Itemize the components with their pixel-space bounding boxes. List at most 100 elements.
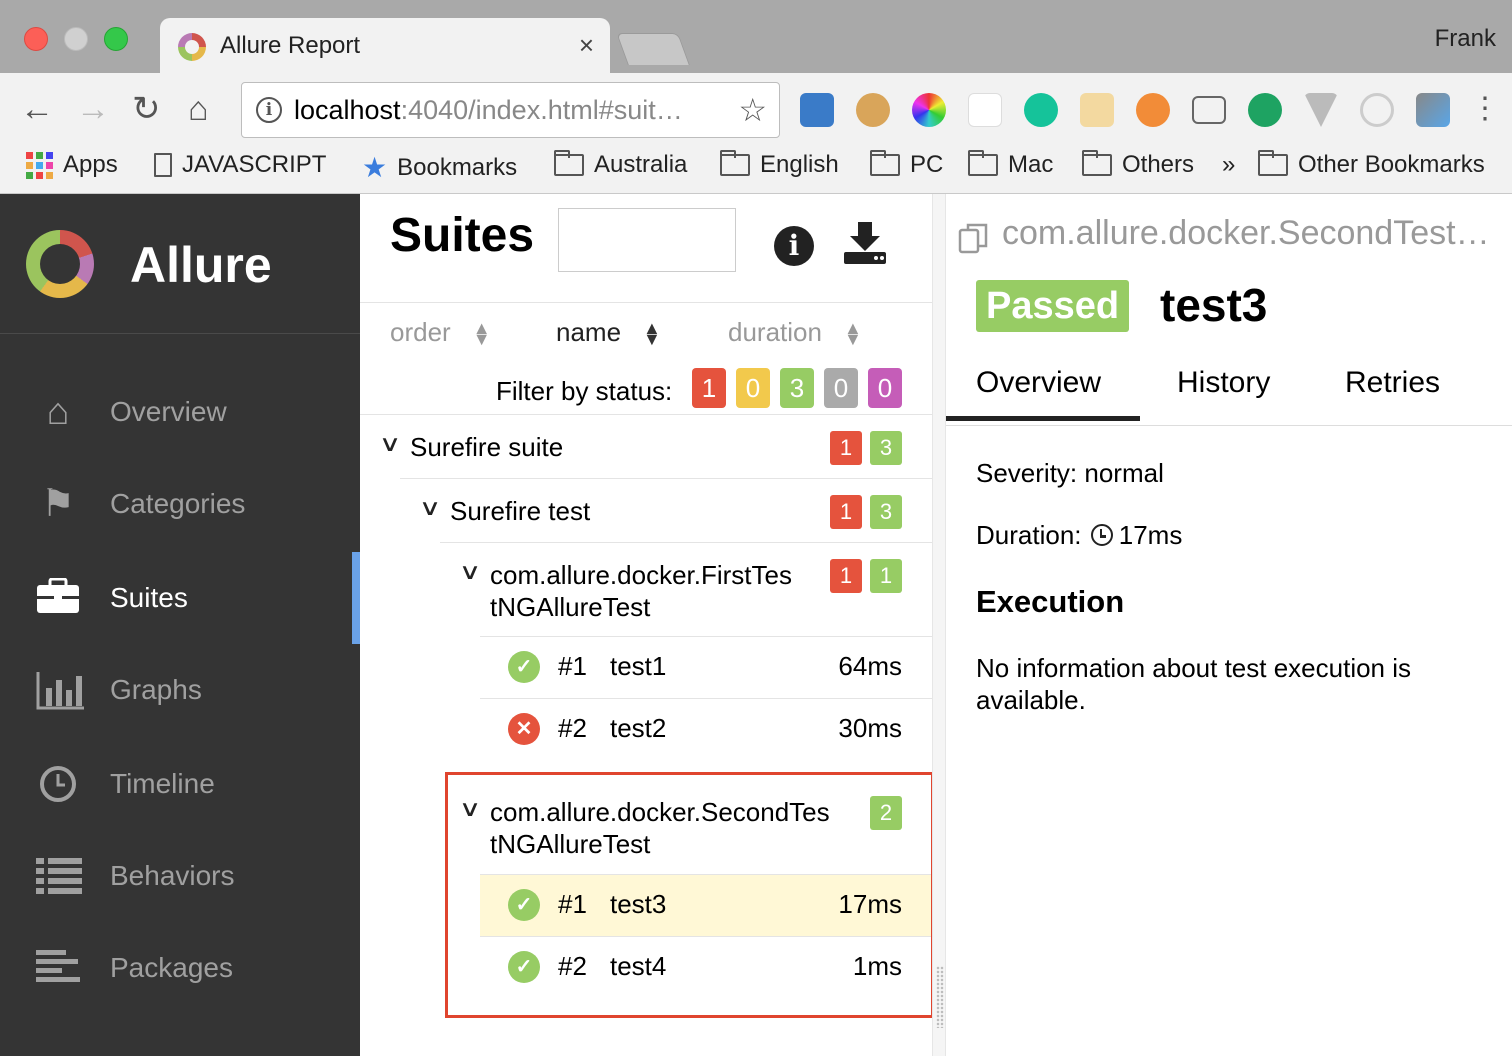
bookmark-mac[interactable]: Mac — [968, 150, 1053, 179]
test-case-row[interactable]: ✓ #2 test4 1ms — [480, 936, 932, 998]
tab-overview[interactable]: Overview — [976, 366, 1101, 400]
tab-history[interactable]: History — [1177, 366, 1270, 400]
execution-heading: Execution — [976, 584, 1125, 619]
tree-node-class[interactable]: ∨ com.allure.docker.SecondTes tNGAllureTe… — [440, 780, 932, 874]
extension-grammarly-icon[interactable] — [1024, 93, 1058, 127]
duration-label: Duration: — [976, 520, 1082, 550]
pane-splitter[interactable] — [932, 194, 946, 1056]
url-text[interactable]: localhost:4040/index.html#suit… — [294, 95, 683, 126]
info-icon[interactable]: i — [774, 226, 814, 266]
allure-sidebar: Allure ⌂ Overview ⚑ Categories Suites Gr… — [0, 194, 360, 1056]
filter-skipped-badge[interactable]: 0 — [824, 368, 858, 408]
sidebar-item-timeline[interactable]: Timeline — [0, 738, 360, 830]
chevron-down-icon: ∨ — [418, 495, 442, 520]
sidebar-item-label: Categories — [110, 488, 246, 519]
tree-node-suite[interactable]: ∨ Surefire suite 1 3 — [360, 414, 932, 478]
class-name: com.allure.docker.FirstTes tNGAllureTest — [490, 559, 792, 623]
profile-name[interactable]: Frank — [1435, 25, 1496, 53]
test-name: test1 — [610, 651, 667, 681]
test-group-name: Surefire test — [450, 496, 591, 526]
home-icon: ⌂ — [46, 391, 70, 433]
briefcase-icon — [36, 577, 80, 618]
bookmark-english[interactable]: English — [720, 150, 839, 179]
test-case-row[interactable]: ✓ #1 test1 64ms — [480, 636, 932, 698]
new-tab-button[interactable] — [616, 33, 690, 65]
download-icon[interactable] — [842, 220, 888, 266]
extension-chat-icon[interactable] — [1248, 93, 1282, 127]
sort-label: name — [556, 317, 622, 347]
tree-node-class[interactable]: ∨ com.allure.docker.FirstTes tNGAllureTes… — [440, 542, 932, 636]
test-duration: 64ms — [838, 651, 902, 681]
sidebar-item-suites[interactable]: Suites — [0, 552, 360, 644]
tab-close-icon[interactable]: × — [579, 30, 594, 61]
extension-ruler-icon[interactable] — [1080, 93, 1114, 127]
sidebar-item-overview[interactable]: ⌂ Overview — [0, 366, 360, 458]
bookmark-pc[interactable]: PC — [870, 150, 943, 179]
test-case-row-selected[interactable]: ✓ #1 test3 17ms — [480, 874, 932, 936]
browser-tab[interactable]: Allure Report × — [160, 18, 610, 74]
maximize-window-button[interactable] — [104, 27, 128, 51]
extension-colorwheel-icon[interactable] — [912, 93, 946, 127]
cast-icon[interactable] — [1192, 96, 1226, 124]
back-arrow-icon[interactable]: ← — [20, 89, 54, 129]
resize-grip-icon[interactable] — [936, 966, 944, 1028]
tree-node-test[interactable]: ∨ Surefire test 1 3 — [400, 478, 932, 542]
allure-logo-icon — [26, 230, 94, 298]
extension-wr-icon[interactable] — [968, 93, 1002, 127]
site-info-icon[interactable]: i — [256, 97, 282, 123]
bookmark-label: Others — [1122, 151, 1195, 178]
filter-unknown-badge[interactable]: 0 — [868, 368, 902, 408]
star-icon: ★ — [362, 152, 388, 183]
copy-icon[interactable] — [958, 222, 990, 254]
extension-circle-icon[interactable] — [1360, 93, 1394, 127]
page-title: Suites — [390, 209, 535, 262]
chevron-down-icon: ∨ — [458, 559, 482, 584]
clock-icon — [1090, 524, 1113, 546]
forward-arrow-icon[interactable]: → — [76, 89, 110, 129]
extension-eye-icon[interactable] — [1136, 93, 1170, 127]
bookmark-overflow-chevron[interactable]: » — [1222, 151, 1235, 179]
sort-by-name[interactable]: name ▲ ▼ — [556, 317, 661, 348]
sidebar-item-packages[interactable]: Packages — [0, 922, 360, 1014]
test-full-path: com.allure.docker.SecondTestNGAllureTest — [1002, 214, 1512, 252]
bookmark-star-icon[interactable]: ☆ — [738, 91, 767, 129]
folder-icon — [720, 150, 750, 176]
sidebar-item-behaviors[interactable]: Behaviors — [0, 830, 360, 922]
browser-menu-icon[interactable]: ⋮ — [1470, 89, 1500, 129]
duration-text: Duration: 17ms — [976, 520, 1182, 551]
home-icon[interactable]: ⌂ — [188, 89, 209, 129]
clock-icon — [36, 764, 80, 804]
sidebar-item-categories[interactable]: ⚑ Categories — [0, 458, 360, 550]
bookmark-other-bookmarks[interactable]: Other Bookmarks — [1258, 150, 1485, 179]
search-input[interactable] — [558, 208, 736, 272]
filter-failed-badge[interactable]: 1 — [692, 368, 726, 408]
sort-by-order[interactable]: order ▲ ▼ — [390, 317, 491, 348]
address-bar[interactable]: i localhost:4040/index.html#suit… ☆ — [241, 82, 780, 138]
bookmark-label: Australia — [594, 151, 688, 178]
bookmark-javascript[interactable]: JAVASCRIPT — [154, 151, 326, 179]
reload-icon[interactable]: ↻ — [132, 89, 161, 129]
suite-name: Surefire suite — [410, 432, 564, 462]
sidebar-item-label: Packages — [110, 952, 233, 983]
extension-s-icon[interactable] — [800, 93, 834, 127]
tab-retries[interactable]: Retries — [1345, 366, 1440, 400]
minimize-window-button[interactable] — [64, 27, 88, 51]
bookmark-others[interactable]: Others — [1082, 150, 1195, 179]
extension-cookie-icon[interactable] — [856, 93, 890, 127]
extension-vue-icon[interactable] — [1304, 93, 1338, 127]
execution-message: No information about test execution is a… — [976, 653, 1412, 715]
test-name: test2 — [610, 713, 667, 743]
bookmark-bookmarks[interactable]: ★ Bookmarks — [362, 151, 517, 184]
filter-passed-badge[interactable]: 3 — [780, 368, 814, 408]
extension-dropper-icon[interactable] — [1416, 93, 1450, 127]
brand[interactable]: Allure — [0, 194, 360, 334]
bookmark-apps[interactable]: Apps — [26, 151, 118, 179]
bookmark-australia[interactable]: Australia — [554, 150, 688, 179]
filter-broken-badge[interactable]: 0 — [736, 368, 770, 408]
sidebar-item-graphs[interactable]: Graphs — [0, 644, 360, 736]
sidebar-item-label: Overview — [110, 396, 227, 427]
chevron-down-icon: ∨ — [458, 796, 482, 821]
sort-by-duration[interactable]: duration ▲ ▼ — [728, 317, 862, 348]
close-window-button[interactable] — [24, 27, 48, 51]
test-case-row[interactable]: ✕ #2 test2 30ms — [480, 698, 932, 760]
